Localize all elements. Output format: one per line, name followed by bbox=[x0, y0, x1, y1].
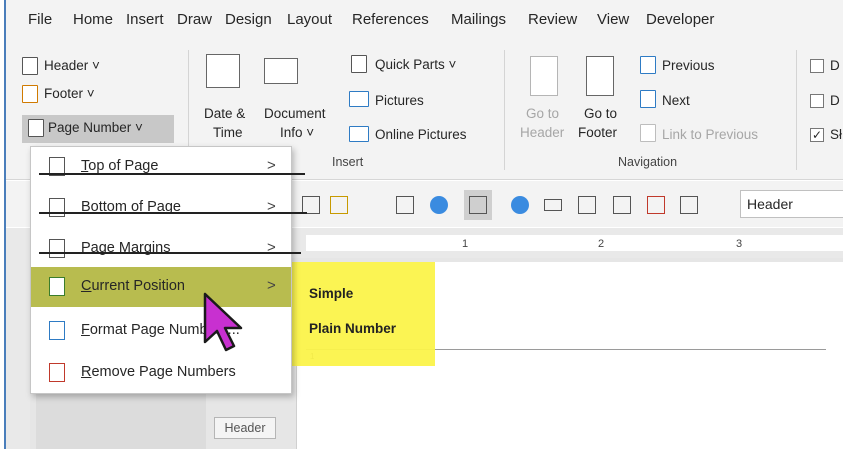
vertical-ruler bbox=[6, 258, 30, 449]
menu-layout[interactable]: Layout bbox=[287, 11, 332, 28]
header-tag: Header bbox=[214, 417, 276, 439]
ruler-tick: 3 bbox=[736, 238, 743, 250]
signature-icon[interactable] bbox=[680, 196, 698, 214]
ruler-tick: 1 bbox=[462, 238, 469, 250]
header-icon bbox=[22, 57, 38, 75]
go-to-footer-icon bbox=[586, 56, 614, 96]
option-label-1: D bbox=[830, 58, 840, 73]
link-to-previous-icon bbox=[640, 124, 656, 142]
menu-item-label: urrent Position bbox=[91, 278, 185, 294]
online-pictures-button[interactable]: Online Pictures bbox=[375, 127, 467, 142]
ruler-tick: 2 bbox=[598, 238, 605, 250]
styles-icon[interactable] bbox=[330, 196, 348, 214]
quick-parts-icon bbox=[351, 55, 367, 73]
go-to-footer-label-2: Footer bbox=[578, 125, 618, 140]
menu-insert[interactable]: Insert bbox=[126, 11, 164, 28]
ribbon-separator bbox=[504, 50, 505, 170]
pictures-icon bbox=[349, 91, 369, 107]
word-window: File Home Insert Draw Design Layout Refe… bbox=[4, 0, 843, 449]
width-icon[interactable] bbox=[544, 199, 562, 211]
next-button[interactable]: Next bbox=[662, 93, 690, 108]
page-number-dropdown: Top of Page > Bottom of Page > Page Marg… bbox=[30, 146, 307, 394]
document-info-icon bbox=[264, 58, 298, 84]
quick-parts-button[interactable]: Quick Parts ˅ bbox=[375, 57, 456, 72]
mnemonic: C bbox=[81, 278, 92, 294]
ruler-track bbox=[306, 235, 843, 251]
page-number-button[interactable]: Page Number ˅ bbox=[48, 120, 143, 135]
menu-design[interactable]: Design bbox=[225, 11, 272, 28]
menu-bar: File Home Insert Draw Design Layout Refe… bbox=[6, 0, 843, 38]
document-info-label-2: Info ˅ bbox=[280, 125, 315, 140]
strike-annotation-line bbox=[39, 252, 301, 254]
footer-icon bbox=[22, 85, 38, 103]
format-page-numbers-icon bbox=[49, 321, 65, 340]
circle-icon[interactable] bbox=[511, 196, 529, 214]
menu-item-top-of-page[interactable]: Top of Page > bbox=[31, 147, 291, 187]
menu-file[interactable]: File bbox=[28, 11, 52, 28]
go-to-header-icon bbox=[530, 56, 558, 96]
style-name-box[interactable]: Header bbox=[740, 190, 843, 218]
menu-view[interactable]: View bbox=[597, 11, 629, 28]
insert-group-label: Insert bbox=[332, 155, 364, 169]
strike-annotation-line bbox=[39, 173, 305, 175]
previous-button[interactable]: Previous bbox=[662, 58, 715, 73]
online-pictures-icon bbox=[349, 126, 369, 142]
pictures-button[interactable]: Pictures bbox=[375, 93, 424, 108]
menu-developer[interactable]: Developer bbox=[646, 11, 714, 28]
menu-references[interactable]: References bbox=[352, 11, 429, 28]
mouse-cursor-icon bbox=[203, 292, 243, 352]
strike-annotation-line bbox=[39, 212, 307, 214]
footer-button[interactable]: Footer ˅ bbox=[44, 86, 95, 101]
field-icon[interactable] bbox=[396, 196, 414, 214]
option-label-3: Sł bbox=[830, 127, 843, 142]
ribbon-separator bbox=[796, 50, 797, 170]
menu-item-remove-page-numbers[interactable]: Remove Page Numbers bbox=[31, 353, 291, 393]
circle-icon[interactable] bbox=[430, 196, 448, 214]
menu-draw[interactable]: Draw bbox=[177, 11, 212, 28]
page-icon[interactable] bbox=[469, 196, 487, 214]
date-time-button[interactable]: Date & bbox=[204, 106, 245, 121]
option-checkbox-3[interactable]: ✓ bbox=[810, 128, 824, 142]
go-to-header-button[interactable]: Go to bbox=[526, 106, 559, 121]
menu-mailings[interactable]: Mailings bbox=[451, 11, 506, 28]
submenu-item-plain-number[interactable]: Plain Number bbox=[309, 321, 396, 336]
option-checkbox-2[interactable] bbox=[810, 94, 824, 108]
remove-page-numbers-icon bbox=[49, 363, 65, 382]
mnemonic: F bbox=[81, 322, 90, 338]
mnemonic: R bbox=[81, 364, 92, 380]
remove-header-icon[interactable] bbox=[647, 196, 665, 214]
previous-icon bbox=[640, 56, 656, 74]
link-to-previous-button[interactable]: Link to Previous bbox=[662, 127, 758, 142]
menu-item-bottom-of-page[interactable]: Bottom of Page > bbox=[31, 188, 291, 228]
calendar-clock-icon bbox=[206, 54, 240, 88]
navigation-group-label: Navigation bbox=[618, 155, 678, 169]
document-info-button[interactable]: Document bbox=[264, 106, 326, 121]
header-button[interactable]: Header ˅ bbox=[44, 58, 100, 73]
next-icon bbox=[640, 90, 656, 108]
submenu-arrow-icon: > bbox=[267, 277, 276, 294]
submenu-arrow-icon: > bbox=[267, 157, 276, 174]
current-position-icon bbox=[49, 277, 65, 296]
go-to-header-label-2: Header bbox=[520, 125, 565, 140]
page-number-icon bbox=[28, 119, 44, 137]
header-page-icon[interactable] bbox=[578, 196, 596, 214]
option-label-2: D bbox=[830, 93, 840, 108]
menu-item-label: op of Page bbox=[88, 158, 159, 174]
menu-home[interactable]: Home bbox=[73, 11, 113, 28]
bottom-of-page-icon bbox=[49, 198, 65, 217]
menu-review[interactable]: Review bbox=[528, 11, 577, 28]
left-margin-area bbox=[36, 392, 206, 449]
go-to-footer-button[interactable]: Go to bbox=[584, 106, 617, 121]
footer-page-icon[interactable] bbox=[613, 196, 631, 214]
current-position-submenu bbox=[289, 262, 435, 366]
menu-item-label: emove Page Numbers bbox=[91, 364, 236, 380]
date-time-label-2: Time bbox=[213, 125, 243, 140]
submenu-item-simple[interactable]: Simple bbox=[309, 286, 353, 301]
menu-item-page-margins[interactable]: Page Margins > bbox=[31, 229, 291, 269]
page-margins-icon bbox=[49, 239, 65, 258]
option-checkbox-1[interactable] bbox=[810, 59, 824, 73]
